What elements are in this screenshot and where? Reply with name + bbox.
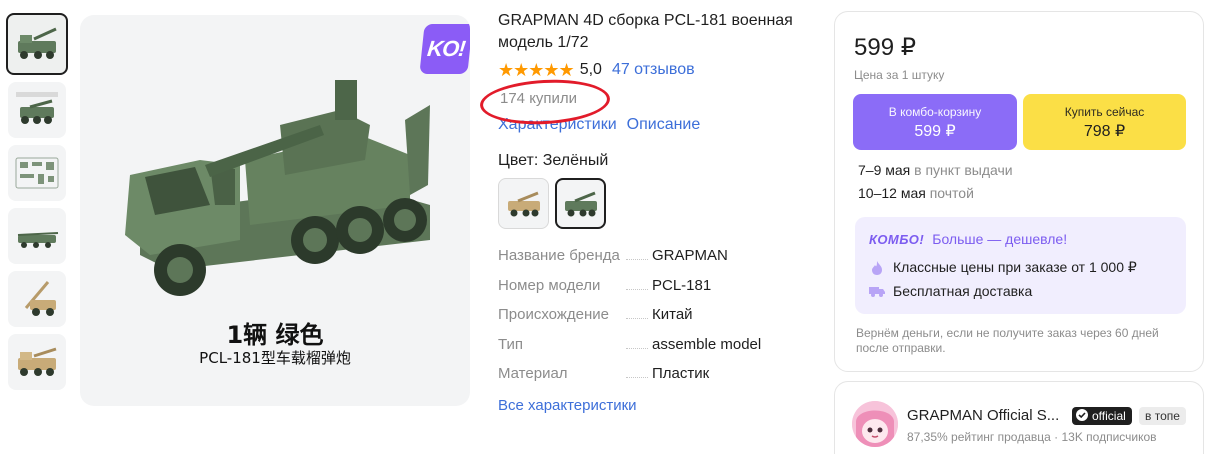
combo-benefit-text: Классные цены при заказе от 1 000 ₽: [893, 259, 1137, 275]
combo-promo[interactable]: КОМБО! Больше — дешевле! Классные цены п…: [855, 217, 1186, 314]
specs-table: Название бренда GRAPMAN Номер модели PCL…: [498, 247, 818, 395]
star-rating-icon: ★★★★★: [498, 59, 575, 80]
truck-thumbnail-icon: [24, 281, 56, 316]
seller-rating: 87,35% рейтинг продавца: [907, 430, 1051, 444]
truck-thumbnail-icon: [16, 92, 58, 124]
combo-benefit-text: Бесплатная доставка: [893, 283, 1033, 299]
spec-row: Материал Пластик: [498, 365, 818, 395]
official-badge-text: official: [1092, 409, 1126, 423]
reviews-link[interactable]: 47 отзывов: [612, 61, 695, 79]
thumbnail-5[interactable]: [8, 271, 66, 327]
thumbnail-1[interactable]: [6, 13, 68, 75]
buy-button-price: 798 ₽: [1083, 123, 1126, 140]
verified-check-icon: [1076, 408, 1088, 424]
combo-benefit: Классные цены при заказе от 1 000 ₽: [869, 259, 1137, 276]
thumbnail-3[interactable]: [8, 145, 66, 201]
spec-key: Номер модели: [498, 277, 652, 294]
parts-sprue-icon: [15, 157, 59, 189]
image-caption: 1辆 绿色: [226, 321, 324, 349]
seller-card[interactable]: GRAPMAN Official S... official в топе 87…: [834, 381, 1204, 454]
rating-value: 5,0: [579, 61, 602, 78]
spec-row: Происхождение Китай: [498, 306, 818, 336]
buy-button-label: Купить сейчас: [1064, 105, 1145, 119]
combo-button-label: В комбо-корзину: [888, 105, 982, 119]
seller-meta: 87,35% рейтинг продавца · 13K подписчико…: [907, 430, 1157, 444]
combo-head: КОМБО! Больше — дешевле!: [869, 231, 1067, 247]
price-note: Цена за 1 штуку: [854, 68, 945, 82]
price-card: 599 ₽ Цена за 1 штуку В комбо-корзину 59…: [834, 11, 1204, 372]
flame-icon: [869, 260, 885, 276]
combo-tagline: Больше — дешевле!: [932, 231, 1068, 247]
truck-thumbnail-icon: [18, 27, 57, 59]
spec-value: GRAPMAN: [652, 247, 728, 264]
spec-key: Тип: [498, 336, 652, 353]
thumbnail-2[interactable]: [8, 82, 66, 138]
delivery-dates: 10–12 мая: [858, 185, 926, 201]
image-subcaption: PCL-181型车载榴弹炮: [199, 349, 351, 367]
separator-dot: ·: [1054, 430, 1062, 444]
thumbnail-6[interactable]: [8, 334, 66, 390]
color-swatch-tan[interactable]: [498, 178, 549, 229]
spec-row: Номер модели PCL-181: [498, 277, 818, 307]
thumbnail-4[interactable]: [8, 208, 66, 264]
combo-benefit: Бесплатная доставка: [869, 283, 1032, 299]
spec-value: Пластик: [652, 365, 710, 382]
tab-description[interactable]: Описание: [627, 116, 701, 134]
seller-name[interactable]: GRAPMAN Official S...: [907, 407, 1067, 424]
spec-value: Китай: [652, 306, 693, 323]
combo-button-price: 599 ₽: [914, 123, 956, 140]
price: 599 ₽: [854, 34, 916, 61]
howitzer-truck-image: [125, 80, 430, 296]
seller-subscribers: 13K подписчиков: [1061, 430, 1157, 444]
spec-key: Происхождение: [498, 306, 652, 323]
add-to-combo-cart-button[interactable]: В комбо-корзину 599 ₽: [853, 94, 1017, 150]
color-label: Цвет: Зелёный: [498, 152, 609, 169]
spec-row: Название бренда GRAPMAN: [498, 247, 818, 277]
tan-truck-icon: [507, 191, 540, 216]
delivery-method: почтой: [929, 185, 974, 201]
spec-value: assemble model: [652, 335, 762, 353]
spec-row: Тип assemble model: [498, 336, 818, 366]
delivery-pickup: 7–9 мая в пункт выдачи: [858, 162, 1013, 178]
color-swatches: [498, 178, 818, 229]
main-product-image[interactable]: KO! 1辆 绿色 PCL-181型车载榴弹炮: [80, 15, 470, 406]
spec-value: PCL-181: [652, 276, 712, 294]
truck-thumbnail-icon: [18, 347, 57, 376]
product-info: GRAPMAN 4D сборка PCL-181 военная модель…: [478, 10, 818, 414]
rating-row: ★★★★★ 5,0 47 отзывов: [498, 58, 818, 82]
delivery-truck-icon: [869, 283, 885, 299]
color-swatch-green[interactable]: [555, 178, 606, 229]
truck-thumbnail-icon: [17, 232, 59, 248]
thumbnail-strip: [6, 13, 70, 397]
top-badge: в топе: [1139, 407, 1186, 425]
buy-now-button[interactable]: Купить сейчас 798 ₽: [1023, 94, 1186, 150]
product-title: GRAPMAN 4D сборка PCL-181 военная модель…: [498, 12, 793, 51]
all-specs-link[interactable]: Все характеристики: [498, 397, 818, 414]
green-truck-icon: [564, 191, 597, 216]
delivery-dates: 7–9 мая: [858, 162, 911, 178]
official-badge: official: [1072, 407, 1132, 425]
combo-logo: КОМБО!: [869, 231, 925, 247]
delivery-post: 10–12 мая почтой: [858, 185, 974, 201]
refund-note: Вернём деньги, если не получите заказ че…: [856, 326, 1159, 355]
seller-avatar[interactable]: [852, 401, 898, 447]
bought-count: 174 купили: [478, 76, 818, 128]
spec-key: Материал: [498, 365, 652, 382]
bought-count-text: 174 купили: [500, 90, 578, 107]
delivery-method: в пункт выдачи: [914, 162, 1013, 178]
spec-key: Название бренда: [498, 247, 652, 264]
